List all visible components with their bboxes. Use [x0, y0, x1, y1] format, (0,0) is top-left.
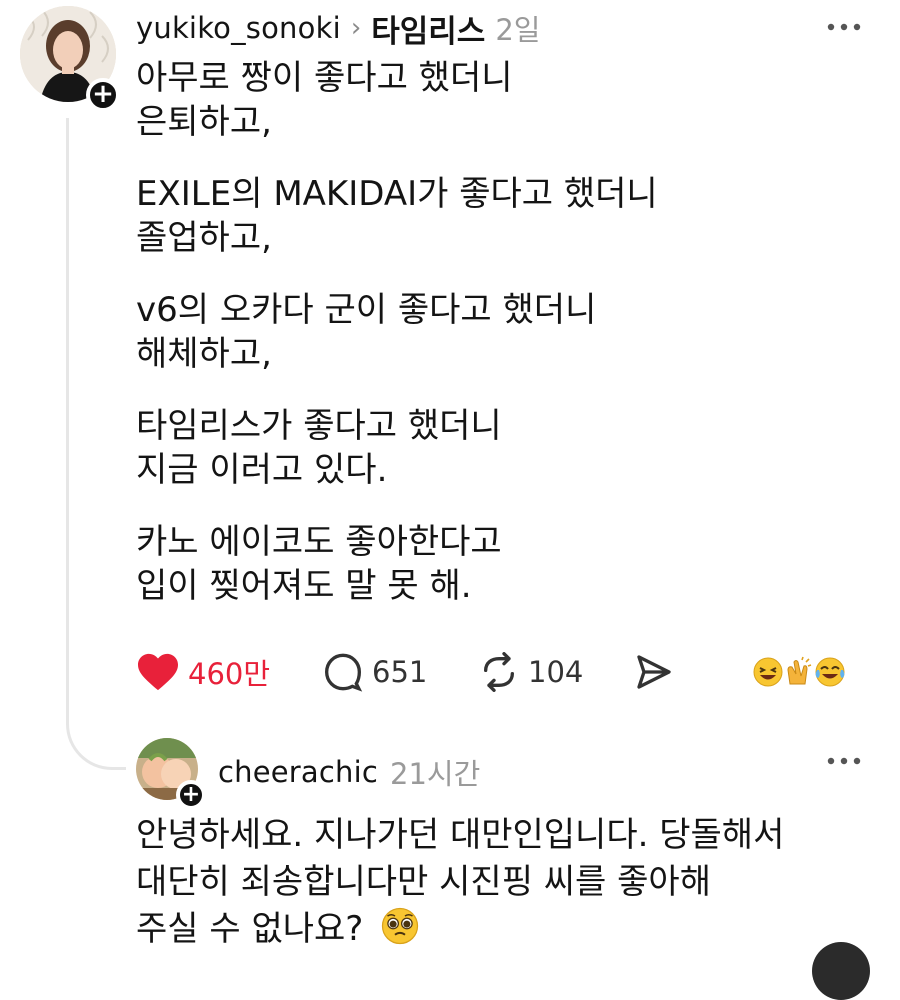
tears-of-joy-icon [815, 657, 845, 687]
follow-plus-icon[interactable]: + [176, 780, 206, 810]
thread-connector-curve [66, 700, 126, 770]
reply-header: cheerachic 21시간 [218, 752, 480, 792]
post-line: 은퇴하고, [136, 102, 272, 142]
more-icon[interactable] [826, 10, 862, 45]
comment-count: 651 [372, 655, 428, 689]
post-line: 입이 찢어져도 말 못 해. [136, 566, 472, 606]
repost-button[interactable]: 104 [478, 650, 583, 694]
thread-connector-line [66, 118, 69, 718]
repost-count: 104 [528, 655, 584, 689]
reply-line: 안녕하세요. 지나가던 대만인입니다. 당돌해서 [136, 815, 785, 855]
like-button[interactable]: 460만 [136, 650, 270, 694]
post-paragraph: 카노 에이코도 좋아한다고 입이 찢어져도 말 못 해. [136, 520, 502, 608]
reply-body: 안녕하세요. 지나가던 대만인입니다. 당돌해서 대단히 죄송합니다만 시진핑 … [136, 812, 784, 953]
post-line: 지금 이러고 있다. [136, 450, 388, 490]
post-topic-tag[interactable]: 타임리스 [371, 6, 485, 51]
post-paragraph: 아무로 짱이 좋다고 했더니 은퇴하고, [136, 56, 513, 144]
post-paragraph: 타임리스가 좋다고 했더니 지금 이러고 있다. [136, 404, 502, 492]
repost-icon [484, 652, 514, 692]
send-icon [637, 655, 671, 689]
follow-plus-icon[interactable]: + [86, 78, 120, 112]
post-paragraph: EXILE의 MAKIDAI가 좋다고 했더니 졸업하고, [136, 172, 658, 260]
post-line: 아무로 짱이 좋다고 했더니 [136, 58, 513, 98]
post-paragraph: v6의 오카다 군이 좋다고 했더니 해체하고, [136, 288, 596, 376]
post-line: EXILE의 MAKIDAI가 좋다고 했더니 [136, 174, 658, 214]
post-line: 졸업하고, [136, 218, 272, 258]
reply-username[interactable]: cheerachic [218, 755, 378, 789]
post-header: yukiko_sonoki › 타임리스 2일 [136, 6, 541, 51]
laughing-face-icon [753, 657, 783, 687]
post-line: 타임리스가 좋다고 했더니 [136, 406, 502, 446]
post-username[interactable]: yukiko_sonoki [136, 11, 341, 45]
post-time: 2일 [495, 13, 541, 47]
reply-time: 21시간 [390, 757, 481, 791]
reaction-emojis[interactable] [752, 650, 846, 694]
post-line: 해체하고, [136, 334, 272, 374]
share-button[interactable] [634, 650, 674, 694]
heart-icon [138, 653, 178, 691]
like-count: 460만 [188, 657, 271, 691]
post-line: v6의 오카다 군이 좋다고 했더니 [136, 290, 597, 330]
chevron-right-icon: › [350, 13, 362, 43]
pleading-face-icon [382, 907, 419, 945]
post-line: 카노 에이코도 좋아한다고 [136, 522, 502, 562]
clapping-hands-icon [787, 656, 812, 685]
floating-action-button[interactable] [812, 942, 870, 1000]
reply-line: 대단히 죄송합니다만 시진핑 씨를 좋아해 [136, 862, 711, 902]
comment-icon [324, 653, 363, 692]
comment-button[interactable]: 651 [322, 650, 427, 694]
reply-line: 주실 수 없나요? [136, 909, 364, 949]
more-icon[interactable] [826, 744, 862, 779]
